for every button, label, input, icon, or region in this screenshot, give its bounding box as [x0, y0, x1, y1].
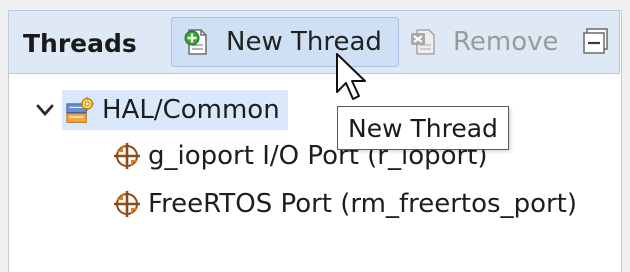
panel-toolbar: Threads New Thread Remove [8, 10, 620, 74]
panel-title: Threads [23, 29, 137, 58]
tree-node-label: HAL/Common [102, 95, 280, 125]
tree-node-freertos-port[interactable]: FreeRTOS Port (rm_freertos_port) [112, 184, 577, 224]
remove-button[interactable]: Remove [403, 17, 573, 67]
chevron-down-icon[interactable] [34, 99, 56, 121]
remove-label: Remove [453, 27, 559, 57]
tree-node-hal-common[interactable]: HAL/Common [34, 90, 288, 130]
collapse-all-button[interactable] [579, 17, 613, 67]
remove-document-icon [411, 29, 435, 55]
tree-node-label: FreeRTOS Port (rm_freertos_port) [148, 189, 578, 219]
thread-tree: HAL/Common g_ioport I/O Port (r_ioport) … [8, 74, 620, 271]
tree-node-selection: HAL/Common [62, 90, 288, 130]
module-icon [114, 143, 140, 169]
collapse-all-icon [583, 28, 608, 54]
hal-common-icon [66, 97, 94, 123]
module-icon [114, 191, 140, 217]
add-document-icon [184, 29, 207, 55]
mouse-pointer-icon [336, 53, 366, 100]
tooltip: New Thread [337, 106, 509, 150]
